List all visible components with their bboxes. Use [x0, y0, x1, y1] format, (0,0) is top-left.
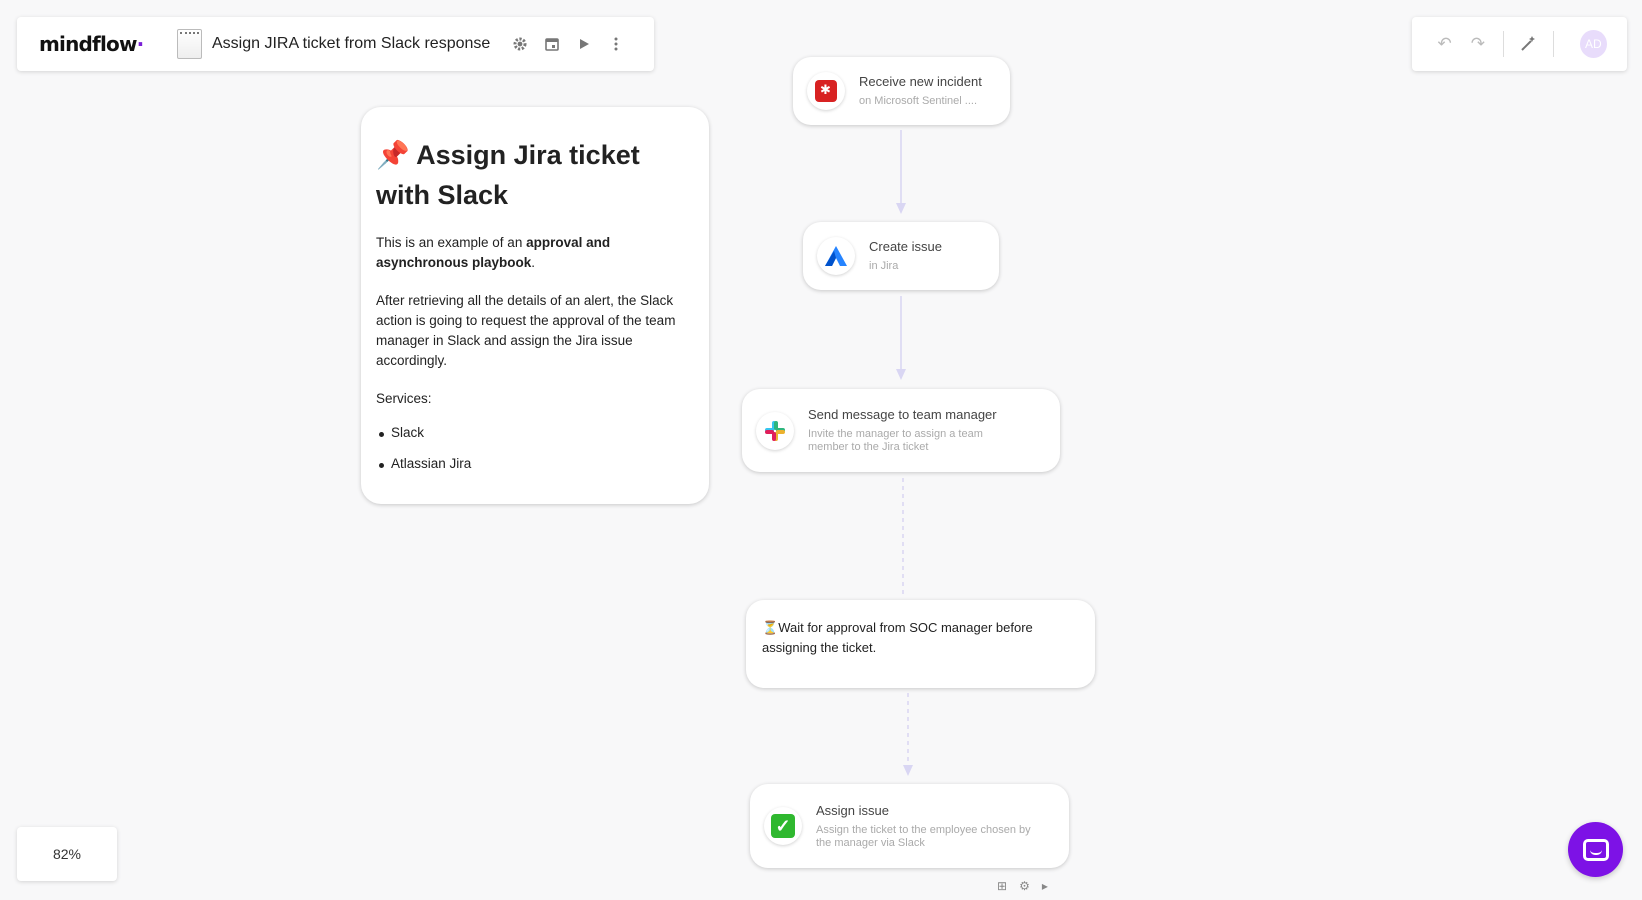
siren-icon: [807, 72, 845, 110]
wait-text: ⏳Wait for approval from SOC manager befo…: [762, 620, 1033, 655]
hourglass-icon: ⏳: [762, 620, 779, 635]
wait-note-node[interactable]: ⏳Wait for approval from SOC manager befo…: [746, 600, 1095, 688]
trigger-node[interactable]: Receive new incident on Microsoft Sentin…: [793, 57, 1010, 125]
assign-node[interactable]: ✓ Assign issue Assign the ticket to the …: [750, 784, 1069, 868]
node-title: Create issue: [869, 239, 942, 254]
chat-button[interactable]: [1568, 822, 1623, 877]
node-mini-toolbar: ⊞ ⚙ ▸: [997, 879, 1048, 893]
node-settings-icon[interactable]: ⚙: [1019, 879, 1030, 893]
check-mark-icon: ✓: [764, 807, 802, 845]
add-node-icon[interactable]: ⊞: [997, 879, 1007, 893]
node-title: Receive new incident: [859, 74, 982, 89]
node-title: Assign issue: [816, 802, 889, 818]
run-node-icon[interactable]: ▸: [1042, 879, 1048, 893]
slack-node[interactable]: Send message to team manager Invite the …: [742, 389, 1060, 472]
node-subtitle: Invite the manager to assign a team memb…: [808, 428, 983, 453]
jira-icon: [817, 237, 855, 275]
chat-icon: [1582, 838, 1609, 861]
zoom-level[interactable]: 82%: [17, 827, 117, 881]
jira-node[interactable]: Create issue in Jira: [803, 222, 999, 290]
slack-icon: [756, 411, 794, 450]
node-subtitle: on Microsoft Sentinel ....: [859, 95, 977, 107]
node-subtitle: Assign the ticket to the employee chosen…: [816, 823, 1031, 849]
node-title: Send message to team manager: [808, 407, 997, 422]
node-subtitle: in Jira: [869, 260, 899, 272]
